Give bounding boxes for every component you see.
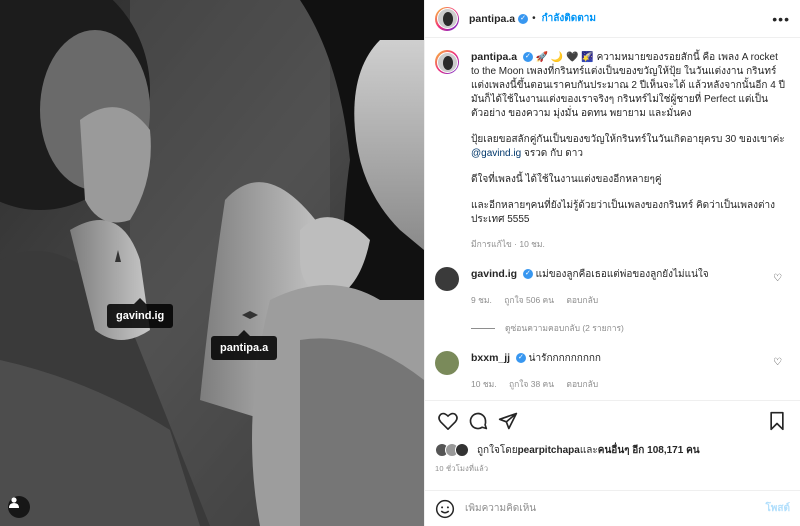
replies-line bbox=[471, 327, 495, 329]
like-button[interactable] bbox=[435, 409, 461, 433]
comment-likes[interactable]: ถูกใจ 38 คน bbox=[509, 379, 554, 389]
comment-likes[interactable]: ถูกใจ 506 คน bbox=[504, 295, 554, 305]
caption-avatar[interactable] bbox=[435, 50, 459, 74]
caption-username[interactable]: pantipa.a bbox=[471, 51, 517, 63]
reply-button[interactable]: ตอบกลับ bbox=[566, 295, 598, 305]
comment-time: 10 ชม. bbox=[471, 379, 497, 389]
caption-paragraph-3: ดีใจที่เพลงนี้ ได้ใช้ในงานแต่งของอีกหลาย… bbox=[471, 174, 662, 185]
heart-icon bbox=[438, 412, 458, 430]
comment-text: แม่ของลูกคือเธอแต่พ่อของลูกยังไม่แน่ใจ bbox=[535, 269, 709, 280]
share-icon bbox=[498, 412, 518, 429]
commenter-username[interactable]: gavind.ig bbox=[471, 268, 517, 280]
add-comment-bar: โพสต์ bbox=[425, 490, 800, 526]
comment-button[interactable] bbox=[465, 409, 491, 433]
mention-link[interactable]: @gavind.ig bbox=[471, 148, 521, 159]
photo-tag-pantipa[interactable]: pantipa.a bbox=[211, 330, 278, 360]
verified-icon: ✓ bbox=[515, 353, 526, 364]
first-liker[interactable]: pearpitchapa bbox=[518, 445, 580, 456]
post-timestamp[interactable]: 10 ชั่วโมงที่แล้ว bbox=[435, 463, 488, 475]
commenter-username[interactable]: bxxm_jj bbox=[471, 352, 510, 364]
likes-middle: และ bbox=[579, 444, 598, 456]
caption-meta: มีการแก้ไข · 10 ชม. bbox=[471, 239, 545, 249]
person-icon bbox=[9, 497, 19, 508]
follow-status-button[interactable]: กำลังติดตาม bbox=[542, 11, 596, 26]
more-options-icon[interactable]: ••• bbox=[772, 11, 790, 27]
comments-scroll[interactable]: pantipa.a ✓ 🚀 🌙 🖤 🌠 ความหมายของรอยสักนี้… bbox=[425, 38, 800, 400]
caption-paragraph-4: และอีกหลายๆคนที่ยังไม่รู้ด้วยว่าเป็นเพลง… bbox=[471, 200, 775, 225]
photo-illustration bbox=[0, 0, 424, 526]
comment-time: 9 ชม. bbox=[471, 295, 492, 305]
post-actions bbox=[425, 400, 800, 440]
tagged-users-button[interactable] bbox=[8, 496, 30, 518]
photo-tag-gavind[interactable]: gavind.ig bbox=[107, 298, 174, 328]
author-username[interactable]: pantipa.a bbox=[469, 13, 515, 25]
verified-icon: ✓ bbox=[522, 52, 533, 63]
share-button[interactable] bbox=[495, 409, 521, 433]
post-sidebar: pantipa.a ✓ • กำลังติดตาม ••• pantipa.a … bbox=[424, 0, 800, 526]
caption-paragraph-1: ความหมายของรอยสักนี้ คือ เพลง A rocket t… bbox=[471, 52, 785, 119]
post-container: gavind.ig pantipa.a pantipa.a ✓ • กำลังต… bbox=[0, 0, 800, 526]
verified-icon: ✓ bbox=[522, 269, 533, 280]
comment-item: gavind.ig ✓ แม่ของลูกคือเธอแต่พ่อของลูกย… bbox=[435, 267, 786, 307]
view-replies-button[interactable]: ดูซ่อนความคอบกลับ (2 รายการ) bbox=[471, 321, 786, 335]
comment-like-heart-icon[interactable]: ♡ bbox=[773, 273, 782, 284]
save-button[interactable] bbox=[764, 409, 790, 433]
caption-paragraph-2: ปุ้ยเลยขอสลักคู่กันเป็นของขวัญให้กรินทร์… bbox=[471, 134, 785, 159]
post-header: pantipa.a ✓ • กำลังติดตาม ••• bbox=[425, 0, 800, 38]
post-comment-button[interactable]: โพสต์ bbox=[765, 501, 790, 516]
comment-input[interactable] bbox=[465, 503, 766, 514]
likes-summary: ถูกใจโดย pearpitchapa และ คนอื่นๆ อีก 10… bbox=[435, 440, 790, 460]
comment-icon bbox=[469, 412, 488, 429]
post-photo[interactable]: gavind.ig pantipa.a bbox=[0, 0, 424, 526]
reply-button[interactable]: ตอบกลับ bbox=[566, 379, 598, 389]
emoji-icon[interactable] bbox=[435, 499, 455, 519]
liker-avatars[interactable] bbox=[435, 443, 469, 457]
separator-dot: • bbox=[532, 13, 536, 24]
caption: pantipa.a ✓ 🚀 🌙 🖤 🌠 ความหมายของรอยสักนี้… bbox=[435, 50, 786, 251]
other-likers[interactable]: คนอื่นๆ อีก 108,171 คน bbox=[598, 443, 700, 458]
bookmark-icon bbox=[770, 411, 784, 430]
comment-item: bxxm_jj ✓ น่ารักกกกกกกกก 10 ชม. ถูกใจ 38… bbox=[435, 351, 786, 391]
likes-prefix: ถูกใจโดย bbox=[477, 444, 518, 456]
verified-icon: ✓ bbox=[518, 13, 529, 24]
author-avatar[interactable] bbox=[435, 6, 459, 31]
comment-text: น่ารักกกกกกกกก bbox=[528, 353, 601, 364]
commenter-avatar[interactable] bbox=[435, 351, 459, 375]
commenter-avatar[interactable] bbox=[435, 267, 459, 291]
comment-like-heart-icon[interactable]: ♡ bbox=[773, 357, 782, 368]
caption-emojis: 🚀 🌙 🖤 🌠 bbox=[535, 52, 594, 63]
